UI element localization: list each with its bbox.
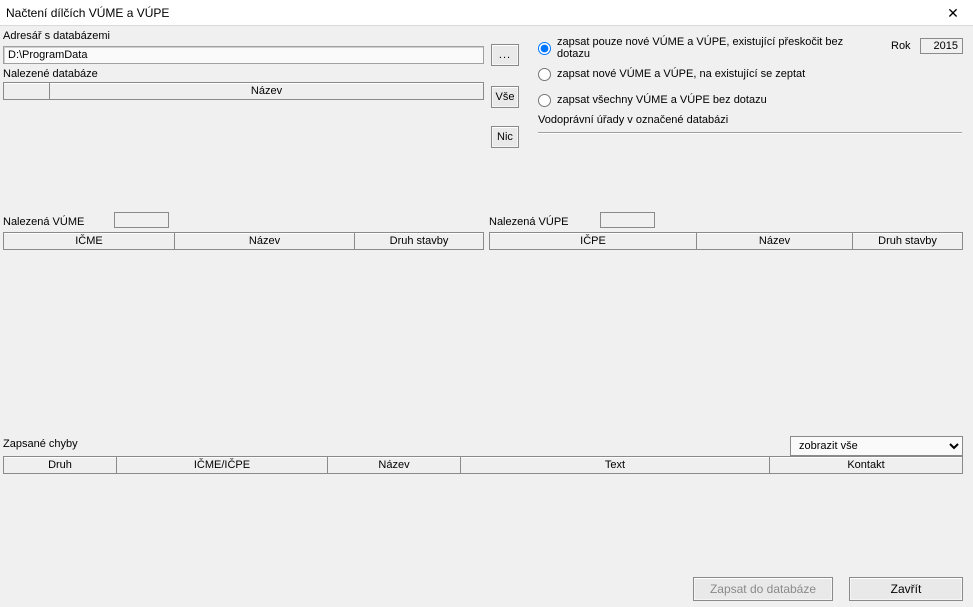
errors-label: Zapsané chyby	[3, 438, 78, 450]
footer: Zapsat do databáze Zavřít	[693, 577, 963, 601]
browse-button[interactable]: ...	[491, 44, 519, 66]
errors-col-kontakt[interactable]: Kontakt	[769, 456, 963, 474]
errors-filter-select[interactable]: zobrazit vše	[790, 436, 963, 456]
select-none-button[interactable]: Nic	[491, 126, 519, 148]
vume-count	[114, 212, 169, 228]
errors-col-nazev[interactable]: Název	[327, 456, 460, 474]
dir-label: Adresář s databázemi	[3, 30, 110, 42]
vume-col-nazev[interactable]: Název	[174, 232, 354, 250]
found-db-col-blank[interactable]	[3, 82, 49, 100]
found-db-label: Nalezené databáze	[3, 68, 98, 80]
found-db-header: Název	[3, 82, 484, 100]
dir-input[interactable]	[3, 46, 484, 64]
vodo-separator	[538, 132, 962, 134]
close-icon[interactable]: ✕	[933, 0, 973, 26]
vupe-table-header: IČPE Název Druh stavby	[489, 232, 963, 250]
rok-value: 2015	[920, 38, 963, 54]
vume-table-header: IČME Název Druh stavby	[3, 232, 484, 250]
vodo-label: Vodoprávní úřady v označené databázi	[538, 114, 728, 126]
rok-label: Rok	[891, 40, 911, 52]
vupe-label: Nalezená VÚPE	[489, 216, 569, 228]
errors-panel: Zapsané chyby zobrazit vše Druh IČME/IČP…	[0, 438, 973, 566]
select-all-button[interactable]: Vše	[491, 86, 519, 108]
errors-col-icmeicpe[interactable]: IČME/IČPE	[116, 456, 327, 474]
write-mode-label-1[interactable]: zapsat nové VÚME a VÚPE, na existující s…	[557, 68, 805, 80]
upper-panel: Adresář s databázemi ... Nalezené databá…	[0, 26, 973, 216]
vume-label: Nalezená VÚME	[3, 216, 84, 228]
vupe-col-icpe[interactable]: IČPE	[489, 232, 696, 250]
write-mode-radio-0[interactable]	[538, 42, 551, 55]
vume-col-icme[interactable]: IČME	[3, 232, 174, 250]
errors-table-header: Druh IČME/IČPE Název Text Kontakt	[3, 456, 963, 474]
write-mode-radio-2[interactable]	[538, 94, 551, 107]
window-title: Načtení dílčích VÚME a VÚPE	[6, 6, 169, 20]
write-mode-radio-group: zapsat pouze nové VÚME a VÚPE, existujíc…	[538, 40, 878, 118]
vupe-col-nazev[interactable]: Název	[696, 232, 852, 250]
write-to-db-button[interactable]: Zapsat do databáze	[693, 577, 833, 601]
found-db-col-nazev[interactable]: Název	[49, 82, 484, 100]
errors-col-druh[interactable]: Druh	[3, 456, 116, 474]
vupe-col-druh[interactable]: Druh stavby	[852, 232, 963, 250]
vupe-count	[600, 212, 655, 228]
write-mode-label-0[interactable]: zapsat pouze nové VÚME a VÚPE, existujíc…	[557, 36, 878, 60]
titlebar: Načtení dílčích VÚME a VÚPE ✕	[0, 0, 973, 26]
write-mode-label-2[interactable]: zapsat všechny VÚME a VÚPE bez dotazu	[557, 94, 767, 106]
write-mode-radio-1[interactable]	[538, 68, 551, 81]
close-button[interactable]: Zavřít	[849, 577, 963, 601]
found-tables-panel: Nalezená VÚME Nalezená VÚPE IČME Název D…	[0, 216, 973, 438]
vume-col-druh[interactable]: Druh stavby	[354, 232, 484, 250]
errors-col-text[interactable]: Text	[460, 456, 769, 474]
